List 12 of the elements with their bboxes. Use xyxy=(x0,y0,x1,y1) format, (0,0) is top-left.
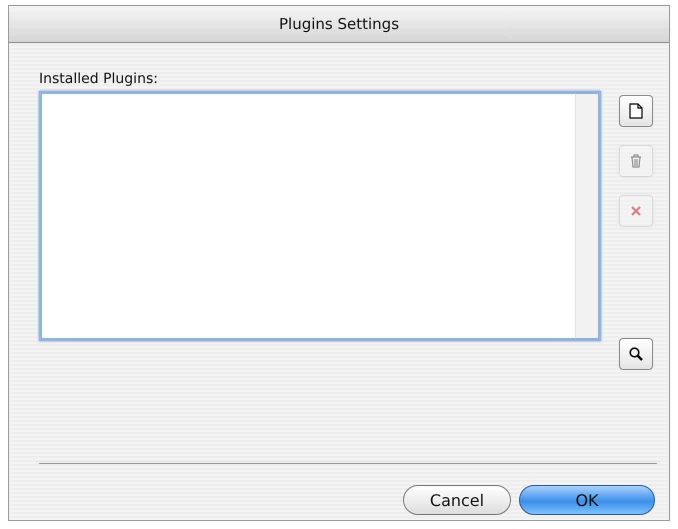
scrollbar-track[interactable] xyxy=(575,94,598,338)
new-button[interactable] xyxy=(619,95,653,127)
list-label: Installed Plugins: xyxy=(39,71,159,87)
search-button[interactable] xyxy=(619,338,653,370)
ok-button[interactable]: OK xyxy=(519,485,655,515)
x-icon xyxy=(630,205,642,217)
cancel-button[interactable]: Cancel xyxy=(403,485,511,515)
plugins-list[interactable] xyxy=(39,91,601,341)
trash-icon xyxy=(630,154,642,168)
document-icon xyxy=(629,103,643,119)
search-icon xyxy=(628,346,644,362)
window-title: Plugins Settings xyxy=(278,15,400,33)
